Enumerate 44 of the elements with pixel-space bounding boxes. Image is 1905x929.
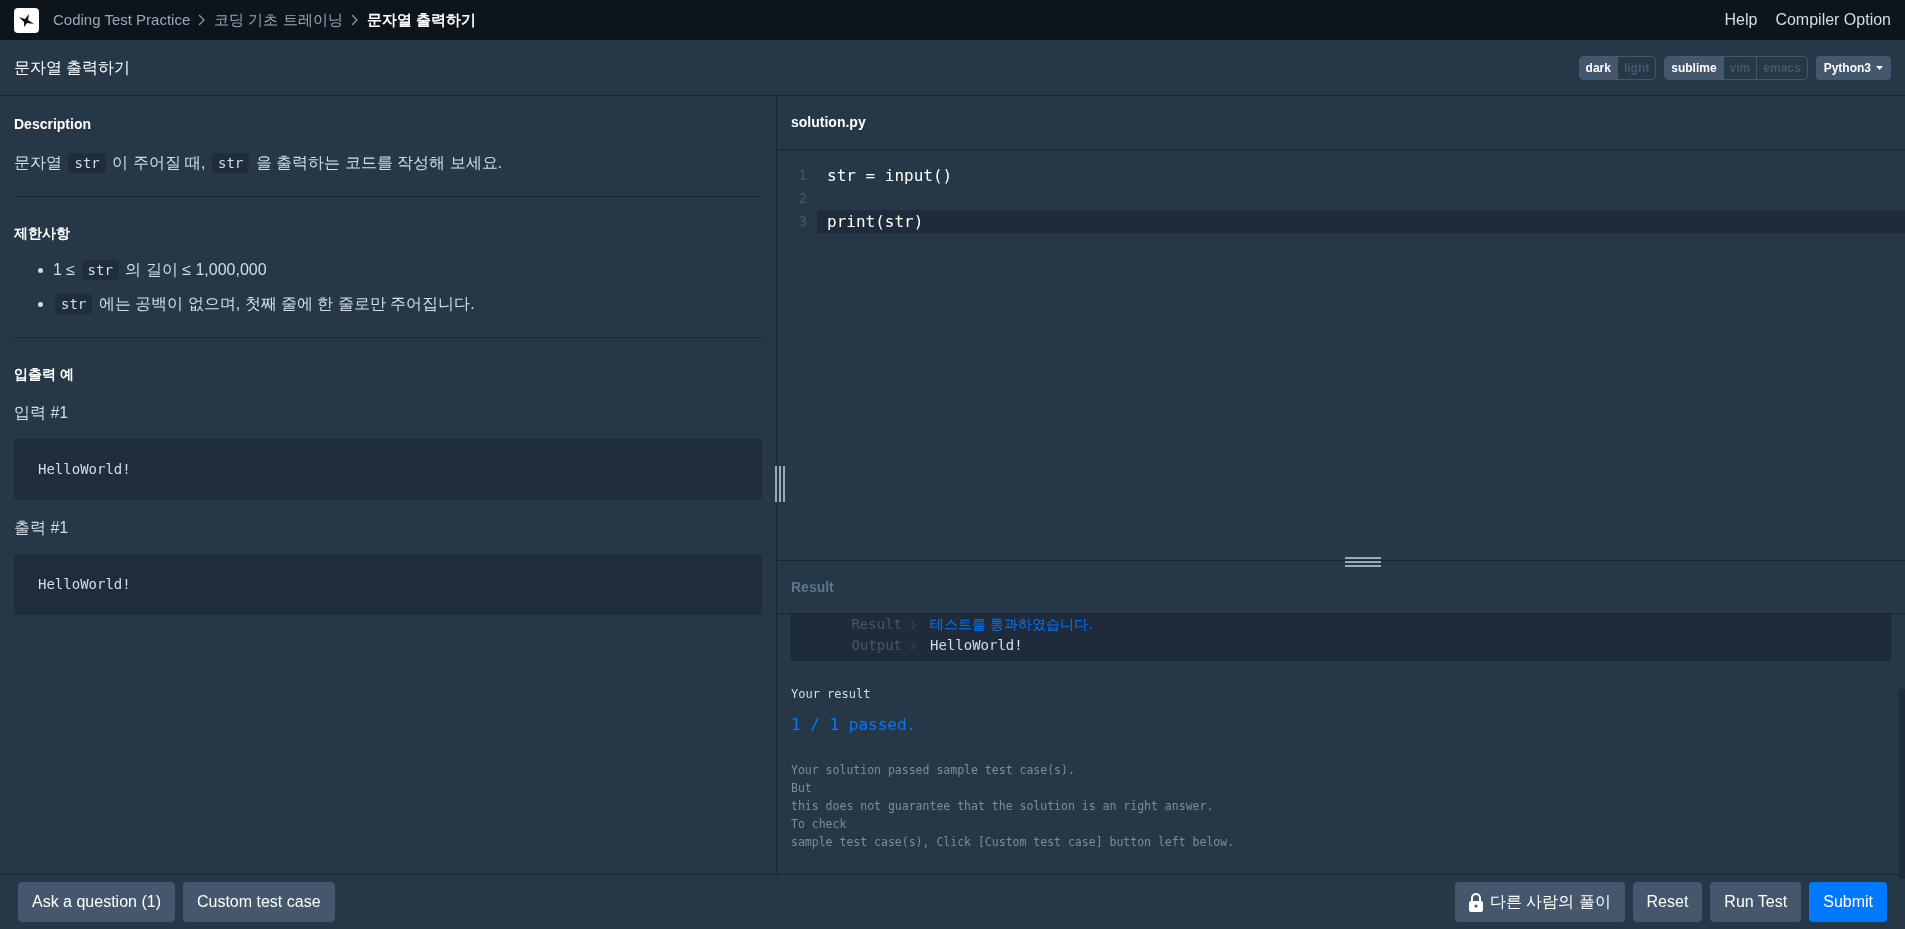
action-button[interactable]: 다른 사람의 풀이 — [1454, 882, 1625, 922]
breadcrumb-link[interactable]: Coding Test Practice — [53, 8, 191, 32]
lock-icon — [1468, 892, 1483, 912]
code-line: print(str) — [827, 210, 924, 233]
description-text: 문자열 str 이 주어질 때, str 을 출력하는 코드를 작성해 보세요. — [14, 152, 503, 175]
action-button[interactable]: Custom test case — [182, 882, 335, 922]
result-value: HelloWorld! — [930, 636, 1023, 655]
bullet-icon — [38, 301, 43, 307]
toggle-option[interactable]: dark — [1579, 56, 1617, 79]
problem-title: 문자열 출력하기 — [14, 57, 131, 78]
file-tab[interactable]: solution.py — [791, 112, 866, 133]
resize-handle-icon[interactable] — [1345, 557, 1381, 567]
section-heading: 입출력 예 — [14, 365, 75, 384]
section-heading: Description — [14, 115, 92, 134]
chevron-icon — [910, 640, 916, 651]
code-line: str = input() — [827, 164, 953, 187]
caret-icon — [1876, 65, 1883, 70]
example-value: HelloWorld! — [38, 460, 131, 479]
language-dropdown[interactable]: Python3 — [1815, 55, 1891, 80]
summary-label: Your result — [791, 686, 872, 703]
action-button[interactable]: Run Test — [1710, 882, 1802, 922]
example-label: 출력 #1 — [14, 518, 70, 538]
action-button[interactable]: Reset — [1632, 882, 1703, 922]
constraint-text: 1 ≤ str 의 길이 ≤ 1,000,000 — [53, 259, 267, 282]
result-value: 테스트를 통과하였습니다. — [930, 615, 1093, 634]
example-value: HelloWorld! — [38, 575, 131, 594]
nav-link[interactable]: Compiler Option — [1775, 8, 1891, 32]
splitter-handle-icon[interactable] — [775, 466, 785, 502]
result-heading: Result — [791, 577, 834, 597]
submit-button[interactable]: Submit — [1809, 882, 1887, 922]
breadcrumb-link[interactable]: 문자열 출력하기 — [366, 8, 476, 32]
chevron-icon — [198, 14, 207, 26]
nav-link[interactable]: Help — [1724, 8, 1758, 32]
chevron-icon — [350, 14, 359, 26]
chevron-icon — [910, 619, 916, 630]
bullet-icon — [38, 267, 43, 273]
action-button[interactable]: Ask a question (1) — [18, 882, 175, 922]
constraint-text: str 에는 공백이 없으며, 첫째 줄에 한 줄로만 주어집니다. — [53, 292, 475, 316]
summary-text: 1 / 1 passed. — [791, 714, 918, 736]
result-message: Your solution passed sample test case(s). But this does not guarantee that the solution is an right answer. To check sample test case(s), Click [Custom test case] button left below. — [791, 762, 1236, 851]
breadcrumb-link[interactable]: 코딩 기초 트레이닝 — [214, 8, 343, 32]
example-label: 입력 #1 — [14, 403, 70, 423]
toggle-option[interactable]: sublime — [1665, 56, 1723, 79]
section-heading: 제한사항 — [14, 224, 71, 243]
